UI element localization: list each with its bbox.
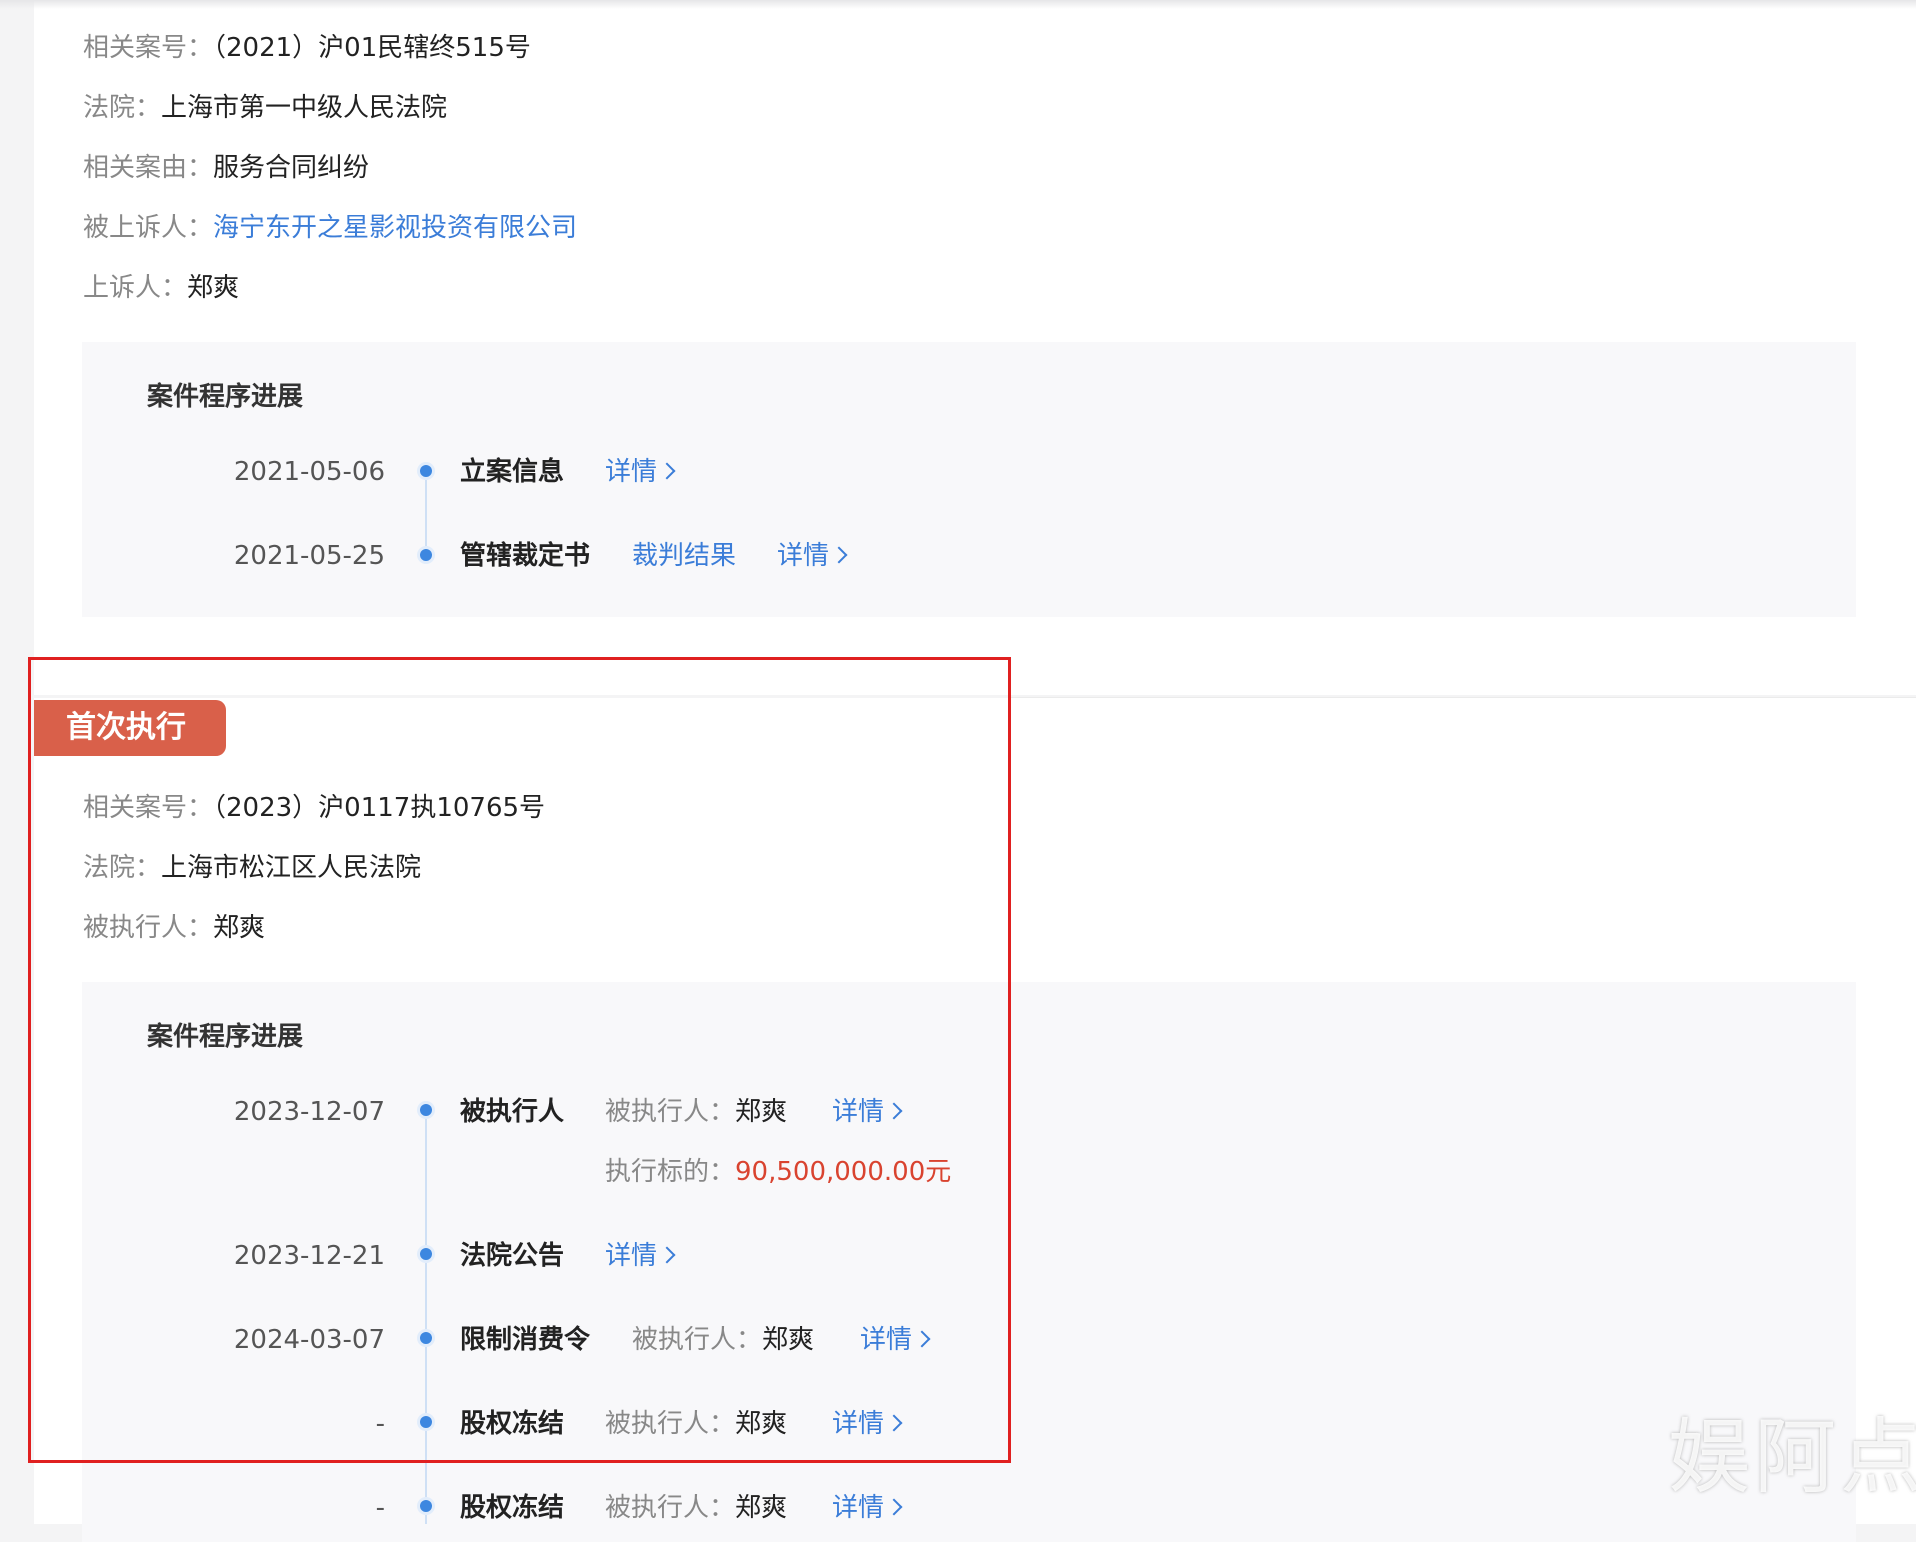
judgment-result-link[interactable]: 裁判结果 bbox=[632, 536, 736, 576]
party-label: 被执行人： bbox=[632, 1325, 763, 1355]
case2-progress-title: 案件程序进展 bbox=[147, 1022, 304, 1052]
timeline-date: - bbox=[375, 1493, 385, 1523]
timeline-dot bbox=[420, 1500, 432, 1512]
execution-amount: 执行标的：90,500,000.00元 bbox=[605, 1152, 951, 1192]
case1-case-number: 相关案号：（2021）沪01民辖终515号 bbox=[83, 28, 531, 68]
detail-link[interactable]: 详情 bbox=[777, 536, 848, 576]
detail-link[interactable]: 详情 bbox=[605, 452, 676, 492]
timeline-title: 被执行人 bbox=[460, 1097, 565, 1127]
timeline-line bbox=[425, 1110, 427, 1524]
chevron-right-icon bbox=[885, 1102, 903, 1120]
timeline-title: 管辖裁定书 bbox=[460, 541, 591, 571]
case2-case-number: 相关案号：（2023）沪0117执10765号 bbox=[83, 788, 545, 828]
field-label: 被上诉人： bbox=[83, 213, 214, 243]
case1-court: 法院：上海市第一中级人民法院 bbox=[83, 88, 447, 128]
case1-cause: 相关案由：服务合同纠纷 bbox=[83, 148, 369, 188]
field-label: 被执行人： bbox=[83, 913, 214, 943]
field-label: 上诉人： bbox=[83, 273, 188, 303]
detail-link-label: 详情 bbox=[832, 1409, 885, 1439]
timeline-party: 被执行人：郑爽 bbox=[605, 1488, 787, 1528]
field-value: （2021）沪01民辖终515号 bbox=[213, 33, 531, 63]
timeline-party: 被执行人：郑爽 bbox=[605, 1092, 787, 1132]
field-label: 法院： bbox=[83, 93, 162, 123]
detail-link-label: 详情 bbox=[605, 1241, 658, 1271]
amount-value: 90,500,000.00元 bbox=[735, 1157, 952, 1187]
chevron-right-icon bbox=[658, 462, 676, 480]
appellee-link[interactable]: 海宁东开之星影视投资有限公司 bbox=[213, 213, 577, 243]
timeline-line bbox=[425, 471, 427, 554]
timeline-party: 被执行人：郑爽 bbox=[632, 1320, 814, 1360]
detail-link[interactable]: 详情 bbox=[605, 1236, 676, 1276]
field-label: 相关案号： bbox=[83, 33, 214, 63]
detail-link-label: 详情 bbox=[860, 1325, 913, 1355]
party-value: 郑爽 bbox=[735, 1409, 788, 1439]
field-value: 郑爽 bbox=[187, 273, 240, 303]
timeline-dot bbox=[420, 549, 432, 561]
chevron-right-icon bbox=[885, 1498, 903, 1516]
timeline-dot bbox=[420, 465, 432, 477]
case1-appellant: 上诉人：郑爽 bbox=[83, 268, 239, 308]
chevron-right-icon bbox=[885, 1414, 903, 1432]
timeline-dot bbox=[420, 1248, 432, 1260]
case2-court: 法院：上海市松江区人民法院 bbox=[83, 848, 421, 888]
detail-link[interactable]: 详情 bbox=[832, 1092, 903, 1132]
timeline-dot bbox=[420, 1104, 432, 1116]
timeline-title: 法院公告 bbox=[460, 1241, 565, 1271]
timeline-date: 2024-03-07 bbox=[233, 1325, 385, 1355]
chevron-right-icon bbox=[658, 1246, 676, 1264]
party-value: 郑爽 bbox=[735, 1493, 788, 1523]
field-label: 法院： bbox=[83, 853, 162, 883]
case2-executed-person: 被执行人：郑爽 bbox=[83, 908, 265, 948]
timeline-title: 立案信息 bbox=[460, 457, 565, 487]
party-label: 被执行人： bbox=[605, 1493, 736, 1523]
timeline-date: - bbox=[375, 1409, 385, 1439]
party-label: 被执行人： bbox=[605, 1409, 736, 1439]
detail-link-label: 详情 bbox=[832, 1493, 885, 1523]
field-value: （2023）沪0117执10765号 bbox=[213, 793, 546, 823]
field-value: 郑爽 bbox=[213, 913, 266, 943]
detail-link-label: 详情 bbox=[832, 1097, 885, 1127]
field-value: 上海市松江区人民法院 bbox=[161, 853, 422, 883]
party-label: 被执行人： bbox=[605, 1097, 736, 1127]
party-value: 郑爽 bbox=[762, 1325, 815, 1355]
chevron-right-icon bbox=[830, 546, 848, 564]
detail-link[interactable]: 详情 bbox=[860, 1320, 931, 1360]
first-execution-tag: 首次执行 bbox=[34, 700, 226, 756]
detail-link-label: 详情 bbox=[605, 457, 658, 487]
detail-link[interactable]: 详情 bbox=[832, 1404, 903, 1444]
timeline-party: 被执行人：郑爽 bbox=[605, 1404, 787, 1444]
detail-link[interactable]: 详情 bbox=[832, 1488, 903, 1528]
chevron-right-icon bbox=[913, 1330, 931, 1348]
case1-progress-title: 案件程序进展 bbox=[147, 382, 304, 412]
card-divider bbox=[1010, 697, 1916, 698]
timeline-date: 2021-05-06 bbox=[233, 457, 385, 487]
field-value: 服务合同纠纷 bbox=[213, 153, 370, 183]
timeline-dot bbox=[420, 1332, 432, 1344]
top-shadow bbox=[0, 0, 1916, 9]
timeline-dot bbox=[420, 1416, 432, 1428]
field-value: 上海市第一中级人民法院 bbox=[161, 93, 448, 123]
party-value: 郑爽 bbox=[735, 1097, 788, 1127]
detail-link-label: 详情 bbox=[777, 541, 830, 571]
timeline-date: 2023-12-21 bbox=[233, 1241, 385, 1271]
timeline-title: 限制消费令 bbox=[460, 1325, 591, 1355]
field-label: 相关案号： bbox=[83, 793, 214, 823]
timeline-date: 2021-05-25 bbox=[233, 541, 385, 571]
watermark: 娱阿点 bbox=[1668, 1410, 1916, 1505]
timeline-date: 2023-12-07 bbox=[233, 1097, 385, 1127]
timeline-title: 股权冻结 bbox=[460, 1409, 565, 1439]
timeline-title: 股权冻结 bbox=[460, 1493, 565, 1523]
case1-appellee: 被上诉人：海宁东开之星影视投资有限公司 bbox=[83, 208, 577, 248]
field-label: 相关案由： bbox=[83, 153, 214, 183]
amount-label: 执行标的： bbox=[605, 1157, 736, 1187]
